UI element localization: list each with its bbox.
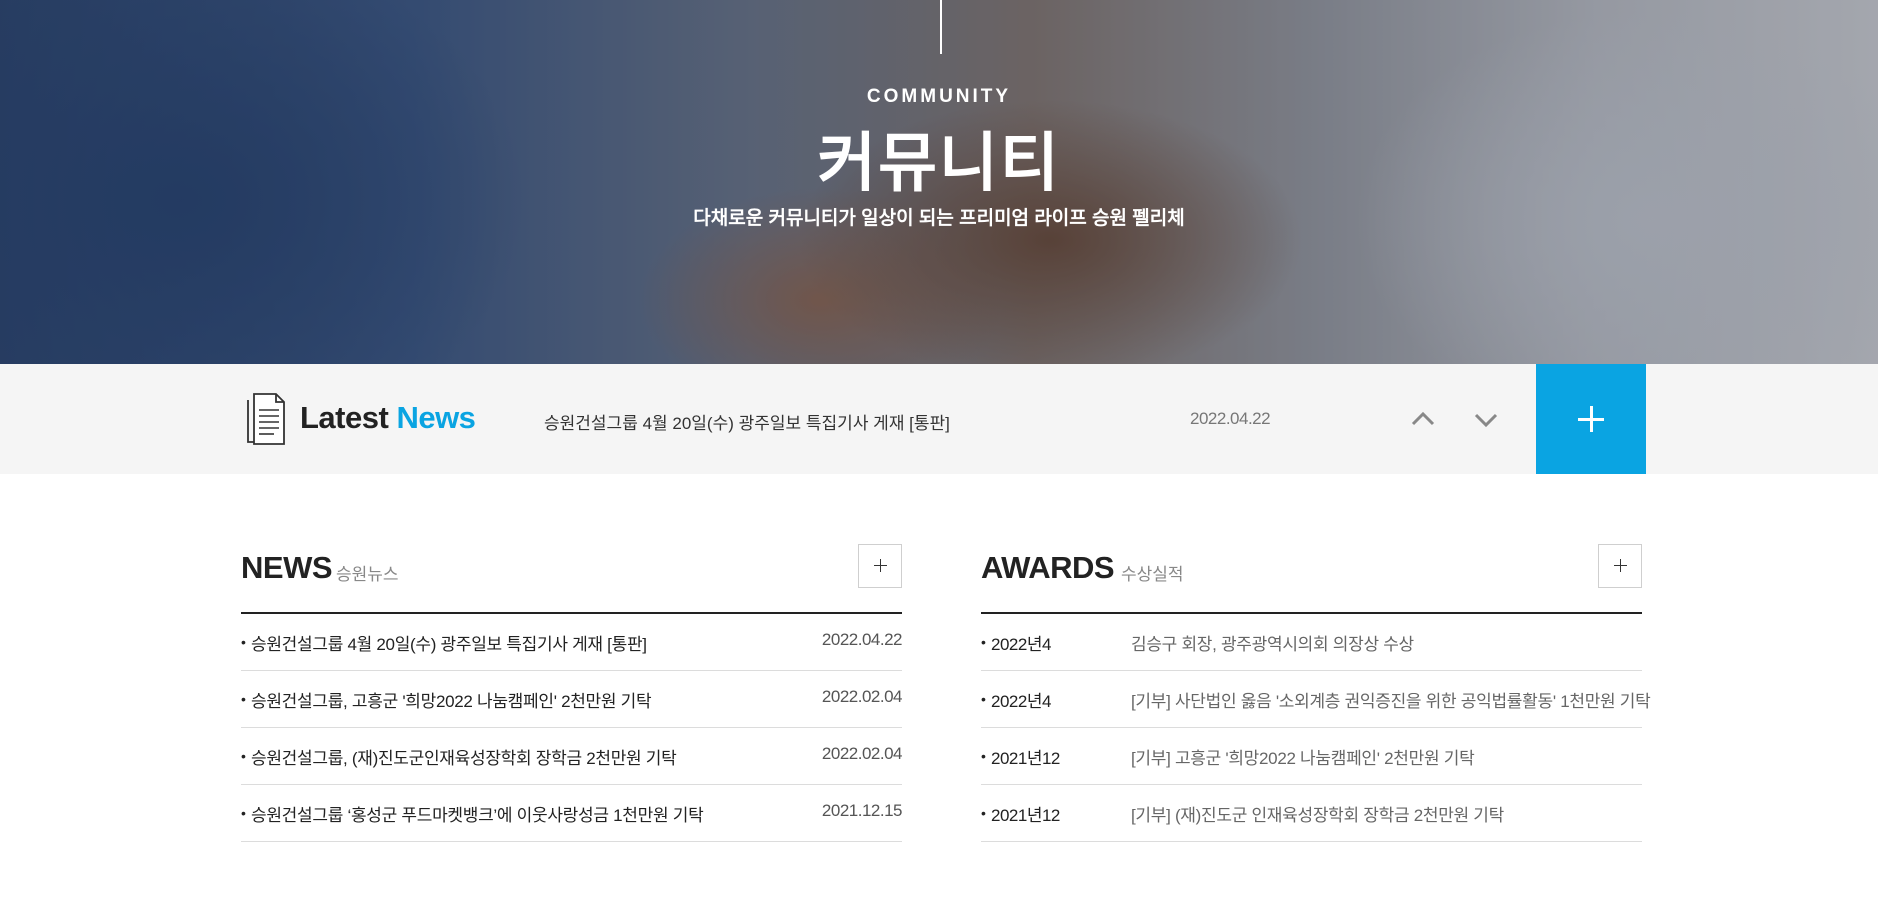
hero-subtitle: 다채로운 커뮤니티가 일상이 되는 프리미엄 라이프 승원 펠리체 <box>693 208 1185 229</box>
bullet: • <box>981 805 986 821</box>
awards-list: • 2022년4 김승구 회장, 광주광역시의회 의장상 수상 • 2022년4… <box>981 614 1651 842</box>
news-item[interactable]: • 승원건설그룹 4월 20일(수) 광주일보 특집기사 게재 [통판] 202… <box>241 614 903 671</box>
prev-news-button[interactable] <box>1403 400 1443 440</box>
awards-title: AWARDS <box>981 550 1115 585</box>
hero-eyebrow: COMMUNITY <box>866 86 1012 107</box>
bullet: • <box>241 748 246 764</box>
hero-banner: COMMUNITY 커뮤니티 다채로운 커뮤니티가 일상이 되는 프리미엄 라이… <box>0 0 1878 364</box>
chevron-up-icon <box>1411 411 1435 426</box>
bullet: • <box>241 634 246 650</box>
news-list: • 승원건설그룹 4월 20일(수) 광주일보 특집기사 게재 [통판] 202… <box>241 614 903 842</box>
news-item-date: 2021.12.15 <box>821 801 903 820</box>
news-more-button[interactable] <box>858 544 902 588</box>
news-item[interactable]: • 승원건설그룹, 고흥군 '희망2022 나눔캠페인' 2천만원 기탁 202… <box>241 671 903 728</box>
latest-news-more-button[interactable] <box>1536 364 1646 474</box>
bullet: • <box>981 691 986 707</box>
news-item-date: 2022.02.04 <box>821 744 903 763</box>
award-item[interactable]: • 2022년4 김승구 회장, 광주광역시의회 의장상 수상 <box>981 614 1642 671</box>
news-title: NEWS <box>241 550 333 585</box>
latest-news-headline[interactable]: 승원건설그룹 4월 20일(수) 광주일보 특집기사 게재 [통판] <box>544 409 950 434</box>
award-item[interactable]: • 2022년4 [기부] 사단법인 옳음 '소외계층 권익증진을 위한 공익법… <box>981 671 1651 728</box>
award-item[interactable]: • 2021년12 [기부] (재)진도군 인재육성장학회 장학금 2천만원 기… <box>981 785 1642 842</box>
award-item-year: 2022년4 <box>991 692 1051 711</box>
document-icon <box>247 393 285 445</box>
hero-divider-line <box>940 0 942 54</box>
news-item-title[interactable]: 승원건설그룹 ‘홍성군 푸드마켓뱅크’에 이웃사랑성금 1천만원 기탁 <box>251 801 704 826</box>
news-item[interactable]: • 승원건설그룹, (재)진도군인재육성장학회 장학금 2천만원 기탁 2022… <box>241 728 903 785</box>
news-item[interactable]: • 승원건설그룹 ‘홍성군 푸드마켓뱅크’에 이웃사랑성금 1천만원 기탁 20… <box>241 785 903 842</box>
next-news-button[interactable] <box>1466 400 1506 440</box>
awards-more-button[interactable] <box>1598 544 1642 588</box>
bullet: • <box>981 634 986 650</box>
news-header: NEWS 승원뉴스 <box>241 540 902 614</box>
latest-news-title: Latest News <box>300 400 476 436</box>
award-item-title[interactable]: [기부] 고흥군 '희망2022 나눔캠페인' 2천만원 기탁 <box>1131 744 1475 769</box>
latest-news-title-accent: News <box>396 400 476 435</box>
chevron-down-icon <box>1474 413 1498 428</box>
page-title: 커뮤니티 <box>817 127 1061 199</box>
awards-header: AWARDS 수상실적 <box>981 540 1642 614</box>
news-item-title[interactable]: 승원건설그룹 4월 20일(수) 광주일보 특집기사 게재 [통판] <box>251 630 647 655</box>
awards-section: AWARDS 수상실적 • 2022년4 김승구 회장, 광주광역시의회 의장상… <box>981 540 1651 842</box>
news-section: NEWS 승원뉴스 • 승원건설그룹 4월 20일(수) 광주일보 특집기사 게… <box>241 540 903 842</box>
award-item-title[interactable]: 김승구 회장, 광주광역시의회 의장상 수상 <box>1131 630 1414 655</box>
award-item-title[interactable]: [기부] (재)진도군 인재육성장학회 장학금 2천만원 기탁 <box>1131 801 1504 826</box>
news-item-date: 2022.02.04 <box>821 687 903 706</box>
news-item-title[interactable]: 승원건설그룹, (재)진도군인재육성장학회 장학금 2천만원 기탁 <box>251 744 677 769</box>
latest-news-date: 2022.04.22 <box>1190 409 1271 428</box>
news-item-title[interactable]: 승원건설그룹, 고흥군 '희망2022 나눔캠페인' 2천만원 기탁 <box>251 687 652 712</box>
bullet: • <box>241 691 246 707</box>
award-item[interactable]: • 2021년12 [기부] 고흥군 '희망2022 나눔캠페인' 2천만원 기… <box>981 728 1642 785</box>
bullet: • <box>241 805 246 821</box>
news-item-date: 2022.04.22 <box>821 630 903 649</box>
award-item-year: 2022년4 <box>991 635 1051 654</box>
award-item-title[interactable]: [기부] 사단법인 옳음 '소외계층 권익증진을 위한 공익법률활동' 1천만원… <box>1131 687 1651 712</box>
latest-news-title-prefix: Latest <box>300 400 389 435</box>
award-item-year: 2021년12 <box>991 806 1060 825</box>
news-subtitle: 승원뉴스 <box>336 565 399 584</box>
awards-subtitle: 수상실적 <box>1121 565 1184 584</box>
bullet: • <box>981 748 986 764</box>
award-item-year: 2021년12 <box>991 749 1060 768</box>
